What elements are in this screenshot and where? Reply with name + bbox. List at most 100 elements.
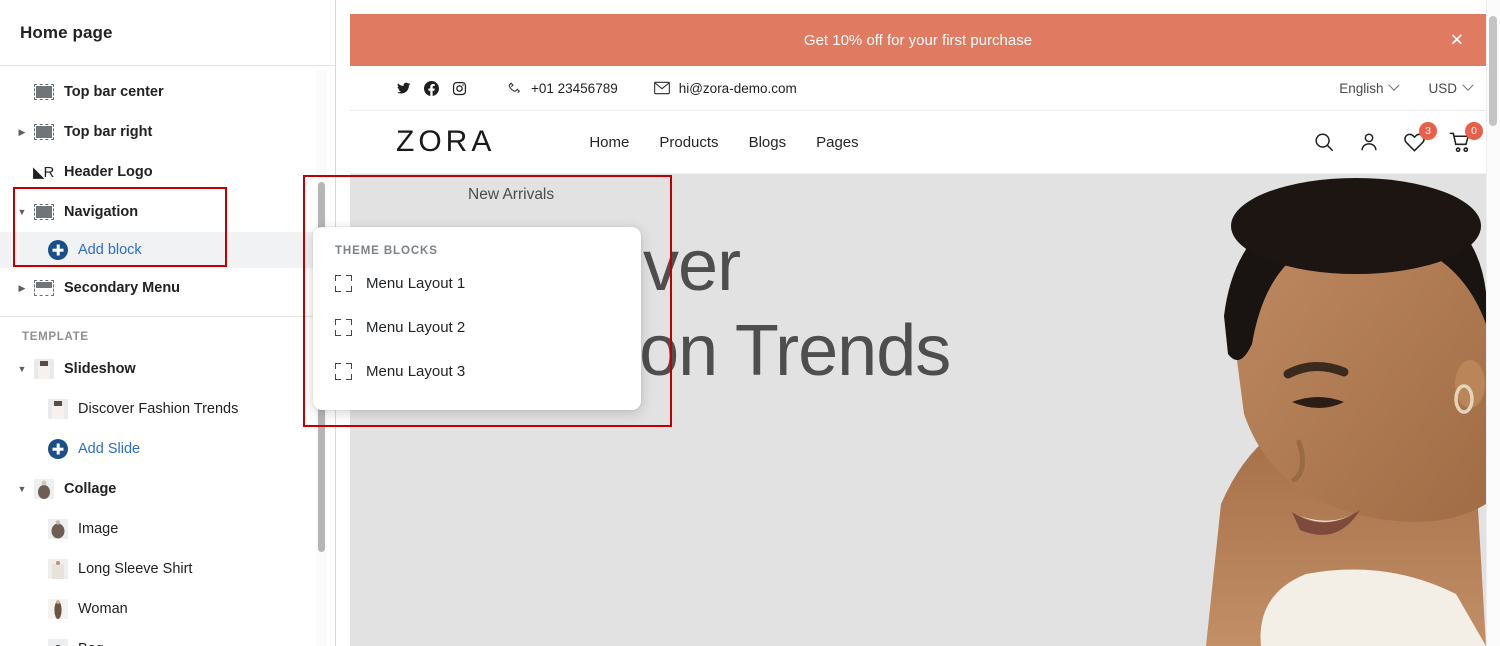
sidebar-header: Home page: [0, 0, 335, 66]
section-tree: ▶ Top bar center ▶ Top bar right ▶ ◣R He…: [0, 66, 335, 646]
email-address: hi@zora-demo.com: [678, 80, 797, 96]
theme-blocks-popup: THEME BLOCKS Menu Layout 1 Menu Layout 2…: [313, 227, 641, 410]
mail-icon: [653, 81, 670, 95]
hero-model-photo: [1056, 174, 1486, 646]
add-slide-label: Add Slide: [78, 441, 141, 457]
language-selector[interactable]: English: [1339, 79, 1401, 96]
sidebar-item-label: Secondary Menu: [64, 280, 181, 296]
chevron-right-icon[interactable]: ▶: [14, 127, 30, 137]
collage-thumbnail-icon: [34, 479, 54, 499]
frame-icon: [335, 362, 352, 380]
sidebar-item-woman[interactable]: Woman: [0, 589, 335, 629]
block-icon: [34, 204, 54, 220]
block-icon: [34, 124, 54, 140]
frame-icon: [335, 274, 352, 292]
facebook-icon[interactable]: [424, 80, 439, 96]
sidebar: Home page ▶ Top bar center ▶ Top bar rig…: [0, 0, 336, 646]
popup-item-label: Menu Layout 2: [366, 318, 466, 336]
sidebar-item-header-logo[interactable]: ▶ ◣R Header Logo: [0, 152, 335, 192]
popup-item-label: Menu Layout 3: [366, 362, 466, 380]
add-block-label: Add block: [78, 242, 142, 258]
cart-icon[interactable]: 0: [1449, 121, 1483, 154]
app-root: Home page ▶ Top bar center ▶ Top bar rig…: [0, 0, 1500, 646]
sidebar-item-secondary-menu[interactable]: ▶ Secondary Menu: [0, 268, 335, 308]
sidebar-item-label: Navigation: [64, 204, 139, 220]
chevron-down-icon: [1462, 79, 1474, 91]
wishlist-icon[interactable]: 3: [1403, 121, 1437, 154]
sidebar-item-long-sleeve-shirt[interactable]: Long Sleeve Shirt: [0, 549, 335, 589]
plus-circle-icon: [48, 439, 68, 459]
sidebar-item-slideshow[interactable]: ▼ Slideshow: [0, 349, 335, 389]
chevron-down-icon[interactable]: ▼: [14, 364, 30, 374]
nav-item-home[interactable]: Home: [589, 134, 629, 151]
preview-scrollbar-thumb[interactable]: [1489, 16, 1497, 126]
caret-placeholder: ▶: [14, 88, 30, 97]
sidebar-item-navigation[interactable]: ▼ Navigation: [0, 192, 335, 232]
sidebar-item-label: Long Sleeve Shirt: [78, 561, 193, 577]
sidebar-item-label: Top bar center: [64, 84, 164, 100]
logo-icon: ◣R: [33, 164, 54, 181]
chevron-down-icon[interactable]: ▼: [14, 484, 30, 494]
block-icon: [34, 280, 54, 296]
slideshow-thumbnail-icon: [34, 359, 54, 379]
chevron-down-icon[interactable]: ▼: [14, 207, 30, 217]
slide-thumbnail-icon: [48, 399, 68, 419]
close-icon[interactable]: ✕: [1450, 32, 1464, 49]
social-links: [396, 80, 467, 96]
sidebar-item-bag[interactable]: Bag: [0, 629, 335, 646]
add-slide-button[interactable]: Add Slide: [0, 429, 335, 469]
preview-scrollbar-track[interactable]: [1486, 0, 1500, 646]
sidebar-item-collage[interactable]: ▼ Collage: [0, 469, 335, 509]
sidebar-item-label: Slideshow: [64, 361, 136, 377]
header-actions: 3 0: [1313, 121, 1483, 154]
currency-selector[interactable]: USD: [1428, 79, 1474, 96]
popup-section-title: THEME BLOCKS: [335, 245, 438, 257]
instagram-icon[interactable]: [452, 81, 467, 96]
currency-value: USD: [1428, 80, 1457, 96]
locale-selectors: English USD: [1339, 79, 1474, 96]
email-contact[interactable]: hi@zora-demo.com: [653, 80, 797, 96]
sidebar-item-label: Discover Fashion Trends: [78, 401, 239, 417]
page-title: Home page: [20, 22, 113, 42]
popup-item-label: Menu Layout 1: [366, 274, 466, 292]
bag-thumbnail-icon: [48, 639, 68, 646]
shirt-thumbnail-icon: [48, 559, 68, 579]
popup-item-menu-layout-1[interactable]: Menu Layout 1: [313, 261, 641, 305]
popup-item-menu-layout-3[interactable]: Menu Layout 3: [313, 349, 641, 393]
account-icon[interactable]: [1358, 131, 1380, 153]
sidebar-item-label: Woman: [78, 601, 128, 617]
cart-badge: 0: [1465, 121, 1483, 140]
template-section-label: TEMPLATE: [22, 331, 89, 343]
sidebar-item-label: Collage: [64, 481, 117, 497]
nav-item-products[interactable]: Products: [659, 134, 718, 151]
sidebar-item-label: Image: [78, 521, 119, 537]
chevron-right-icon[interactable]: ▶: [14, 283, 30, 293]
announcement-text: Get 10% off for your first purchase: [803, 31, 1033, 49]
language-value: English: [1339, 80, 1384, 96]
announcement-bar: Get 10% off for your first purchase ✕: [350, 14, 1486, 66]
sidebar-item-discover-fashion-trends[interactable]: Discover Fashion Trends: [0, 389, 335, 429]
chevron-down-icon: [1388, 79, 1401, 91]
image-thumbnail-icon: [48, 519, 68, 539]
phone-contact[interactable]: +01 23456789: [507, 81, 618, 96]
utility-top-bar: +01 23456789 hi@zora-demo.com English US…: [350, 66, 1486, 111]
block-icon: [34, 84, 54, 100]
frame-icon: [335, 318, 352, 336]
main-navigation: Home Products Blogs Pages: [589, 134, 858, 151]
sidebar-item-top-bar-center[interactable]: ▶ Top bar center: [0, 72, 335, 112]
nav-item-blogs[interactable]: Blogs: [749, 134, 787, 151]
sidebar-item-label: Header Logo: [64, 164, 153, 180]
twitter-icon[interactable]: [396, 81, 411, 96]
plus-circle-icon: [48, 240, 68, 260]
sidebar-item-top-bar-right[interactable]: ▶ Top bar right: [0, 112, 335, 152]
sidebar-item-label: Bag: [78, 641, 104, 646]
search-icon[interactable]: [1313, 131, 1335, 153]
phone-number: +01 23456789: [531, 80, 618, 96]
nav-item-pages[interactable]: Pages: [816, 134, 859, 151]
add-block-button[interactable]: Add block: [0, 232, 335, 268]
sidebar-item-image[interactable]: Image: [0, 509, 335, 549]
popup-item-menu-layout-2[interactable]: Menu Layout 2: [313, 305, 641, 349]
brand-logo[interactable]: ZORA: [396, 125, 495, 159]
phone-icon: [507, 81, 522, 96]
store-header: ZORA Home Products Blogs Pages 3 0: [350, 111, 1486, 174]
